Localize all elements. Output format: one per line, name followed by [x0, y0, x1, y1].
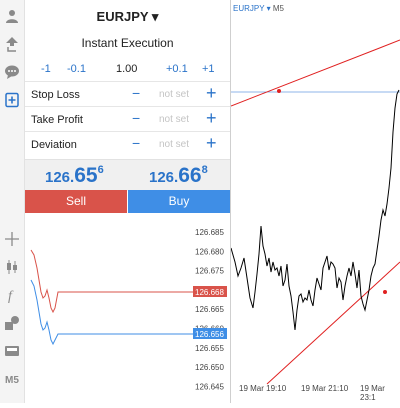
time-label-1: 19 Mar 19:10 [239, 384, 287, 393]
bid-price-tag: 126.656 [195, 330, 224, 339]
ask-tick-line [30, 249, 195, 314]
stop-loss-minus-button[interactable]: − [132, 85, 140, 101]
lot-plus-1-button[interactable]: +1 [202, 63, 215, 75]
take-profit-row: Take Profit − not set + [25, 106, 230, 132]
deviation-value[interactable]: not set [159, 139, 189, 150]
bid-prefix: 126. [45, 169, 75, 186]
time-label-2: 19 Mar 21:10 [301, 384, 349, 393]
volume-input[interactable]: 1.00 [116, 63, 137, 75]
templates-icon[interactable] [2, 341, 22, 361]
bid-big: 65 [74, 164, 98, 187]
chart-timeframe: M5 [272, 4, 285, 13]
price-scale-label: 126.650 [195, 363, 224, 372]
crosshair-icon[interactable] [2, 229, 22, 249]
deviation-plus-button[interactable]: + [206, 133, 217, 154]
trendline-lower-anchor[interactable] [383, 290, 387, 294]
deviation-minus-button[interactable]: − [132, 135, 140, 151]
tick-chart: 126.685126.680126.675126.670126.665126.6… [30, 228, 227, 391]
trendline-lower[interactable] [266, 261, 400, 385]
bid-price: 126.656 [45, 164, 104, 188]
bid-sup: 6 [97, 164, 104, 176]
chart-title[interactable]: EURJPY ▾ M5 [233, 4, 284, 13]
take-profit-label: Take Profit [31, 114, 83, 126]
price-scale-label: 126.645 [195, 382, 224, 391]
deviation-row: Deviation − not set + [25, 131, 230, 157]
price-chart: EURJPY ▾ M5 19 Mar 19:10 19 Mar 21:10 19… [230, 0, 400, 403]
stop-loss-label: Stop Loss [31, 89, 80, 101]
price-scale-label: 126.675 [195, 267, 224, 276]
take-profit-value[interactable]: not set [159, 114, 189, 125]
price-line [230, 89, 400, 331]
volume-controls: -1 -0.1 1.00 +0.1 +1 [25, 58, 230, 80]
deviation-label: Deviation [31, 139, 77, 151]
price-scale-label: 126.655 [195, 344, 224, 353]
chart-symbol-arrow: ▾ [264, 4, 273, 13]
stop-loss-value[interactable]: not set [159, 89, 189, 100]
stop-loss-plus-button[interactable]: + [206, 83, 217, 104]
bid-tick-line [30, 279, 195, 346]
timeframe-button[interactable]: M5 [2, 370, 22, 390]
price-scale-label: 126.665 [195, 305, 224, 314]
trendline-upper-anchor[interactable] [277, 89, 281, 93]
ask-sup: 8 [201, 164, 208, 176]
user-icon[interactable] [2, 6, 22, 26]
trading-app: f M5 EURJPY ▾ Instant Execution -1 -0.1 … [0, 0, 400, 403]
sell-button[interactable]: Sell [25, 190, 127, 213]
trade-arrows-icon[interactable] [2, 34, 22, 54]
chart-symbol: EURJPY [233, 4, 265, 13]
candles-icon[interactable] [2, 257, 22, 277]
indicators-icon[interactable]: f [2, 285, 22, 305]
order-panel: EURJPY ▾ Instant Execution -1 -0.1 1.00 … [25, 0, 231, 403]
left-toolbar: f M5 [0, 0, 25, 403]
stop-loss-row: Stop Loss − not set + [25, 81, 230, 107]
quote-bar: 126.656 126.668 [25, 159, 230, 191]
price-scale-label: 126.680 [195, 247, 224, 256]
lot-minus-0.1-button[interactable]: -0.1 [67, 63, 86, 75]
buy-button[interactable]: Buy [128, 190, 230, 213]
trendline-upper[interactable] [230, 39, 400, 107]
chart-canvas[interactable] [230, 0, 400, 403]
chat-icon[interactable] [2, 62, 22, 82]
objects-icon[interactable] [2, 313, 22, 333]
new-order-icon[interactable] [2, 90, 22, 110]
take-profit-plus-button[interactable]: + [206, 108, 217, 129]
ask-price: 126.668 [149, 164, 208, 188]
lot-minus-1-button[interactable]: -1 [41, 63, 51, 75]
take-profit-minus-button[interactable]: − [132, 110, 140, 126]
symbol-selector[interactable]: EURJPY ▾ [25, 9, 230, 25]
execution-type[interactable]: Instant Execution [25, 36, 230, 50]
ask-prefix: 126. [149, 169, 179, 186]
time-label-3: 19 Mar 23:1 [360, 384, 385, 402]
svg-text:f: f [8, 289, 14, 303]
price-scale-label: 126.685 [195, 228, 224, 237]
lot-plus-0.1-button[interactable]: +0.1 [166, 63, 188, 75]
ask-big: 66 [178, 164, 202, 187]
ask-price-tag: 126.668 [195, 288, 224, 297]
